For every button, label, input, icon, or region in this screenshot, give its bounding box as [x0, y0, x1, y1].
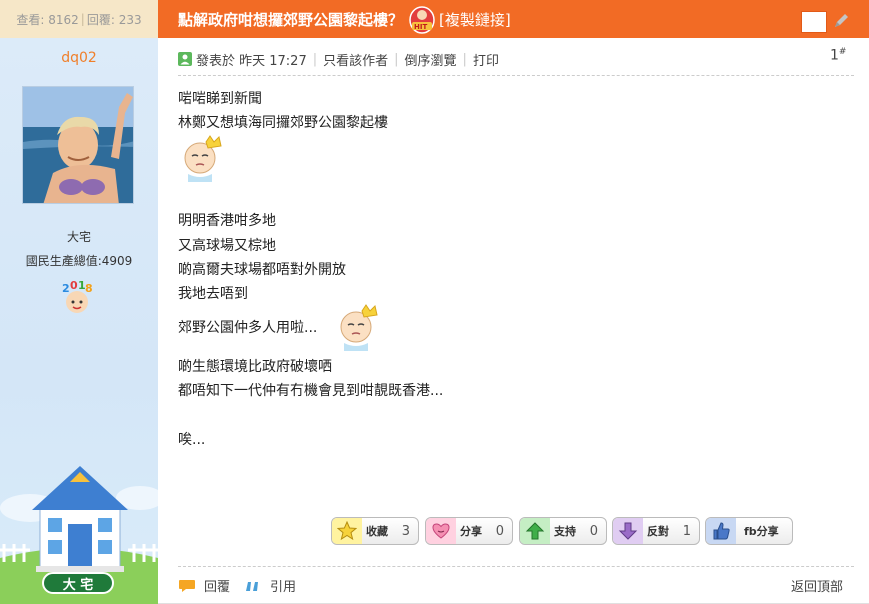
only-author-link[interactable]: 只看該作者: [323, 50, 388, 69]
post-line: 我地去唔到: [178, 286, 248, 302]
print-link[interactable]: 打印: [473, 50, 499, 69]
divider: [178, 566, 854, 567]
medal-2018-icon: 2 0 1 8: [59, 279, 95, 316]
thread-stats: 查看: 8162 | 回覆: 233: [0, 0, 158, 38]
user-gdp: 國民生產總值:4909: [25, 254, 133, 268]
down-arrow-icon: [613, 518, 643, 544]
post-line: 又高球場又棕地: [178, 238, 276, 254]
heart-icon: [426, 518, 456, 544]
support-count: 0: [589, 523, 598, 539]
house-illustration: 大 宅: [0, 458, 158, 604]
svg-text:0: 0: [70, 280, 78, 292]
post-line: 唉...: [178, 432, 206, 448]
svg-text:8: 8: [85, 282, 93, 295]
pen-icon[interactable]: [832, 12, 850, 30]
share-button[interactable]: 分享 0: [425, 517, 513, 545]
rank-badge: 大 宅: [42, 572, 114, 594]
reply-label: 回覆: [204, 580, 231, 595]
user-rank: 大宅: [66, 230, 91, 244]
reply-icon: [179, 579, 195, 592]
user-online-icon: [178, 52, 192, 66]
back-to-top-label: 返回頂部: [791, 580, 844, 595]
fb-share-label: fb分享: [744, 525, 779, 538]
quote-link[interactable]: 引用: [244, 576, 296, 595]
avatar[interactable]: [22, 86, 134, 204]
post-floor-number[interactable]: 1#: [830, 47, 846, 64]
thumbs-up-icon: [706, 518, 736, 544]
author-username[interactable]: dq02: [0, 50, 158, 66]
quote-label: 引用: [270, 580, 297, 595]
views-count: 查看: 8162: [16, 12, 79, 27]
author-sidebar: dq02 大宅 國民生產總值:4909 2 0 1 8 大 宅: [0, 38, 158, 604]
rank-badge-label: 大 宅: [62, 577, 94, 593]
back-to-top-link[interactable]: 返回頂部: [791, 576, 843, 595]
post-meta: 發表於 昨天 17:27 | 只看該作者 | 倒序瀏覽 | 打印: [178, 46, 854, 72]
post-line: 啱啱睇到新聞: [178, 91, 262, 107]
post-line: 都唔知下一代仲有冇機會見到咁靚既香港...: [178, 383, 444, 399]
share-count: 0: [495, 523, 504, 539]
oppose-button[interactable]: 反對 1: [612, 517, 700, 545]
oppose-count: 1: [682, 523, 691, 539]
reverse-order-link[interactable]: 倒序瀏覽: [405, 50, 457, 69]
post-line: 啲高爾夫球場都唔對外開放: [178, 262, 346, 278]
post-line: 郊野公園仲多人用啦...: [178, 320, 318, 336]
copy-link-button[interactable]: [複製鏈接]: [439, 9, 511, 30]
thread-title: 點解政府咁想攞郊野公園黎起樓？: [178, 10, 404, 29]
support-button[interactable]: 支持 0: [519, 517, 607, 545]
emoji-face-icon: [340, 304, 378, 351]
hit-logo-icon: HIT: [409, 6, 435, 34]
oppose-label: 反對: [647, 525, 669, 538]
favorite-label: 收藏: [366, 525, 388, 538]
post-line: 明明香港咁多地: [178, 213, 276, 229]
thread-title-bar: 點解政府咁想攞郊野公園黎起樓？ HIT [複製鏈接]: [158, 0, 869, 38]
post-line: 啲生態環境比政府破壞哂: [178, 359, 332, 375]
post-line: 林鄭又想填海同攞郊野公園黎起樓: [178, 115, 388, 131]
favorite-button[interactable]: 收藏 3: [331, 517, 419, 545]
support-label: 支持: [554, 525, 576, 538]
quote-icon: [246, 581, 258, 591]
emoji-face-icon: [184, 135, 222, 182]
divider: [178, 75, 854, 76]
star-icon: [332, 518, 362, 544]
share-label: 分享: [460, 525, 482, 538]
stats-separator: |: [80, 12, 85, 26]
reply-link[interactable]: 回覆: [178, 576, 230, 595]
svg-text:HIT: HIT: [414, 23, 427, 31]
replies-count: 回覆: 233: [86, 12, 142, 27]
fb-share-button[interactable]: fb分享: [705, 517, 793, 545]
toolbar-checkbox[interactable]: [801, 11, 827, 33]
post-time: 發表於 昨天 17:27: [196, 53, 307, 69]
up-arrow-icon: [520, 518, 550, 544]
svg-text:2: 2: [62, 282, 70, 295]
favorite-count: 3: [401, 523, 410, 539]
